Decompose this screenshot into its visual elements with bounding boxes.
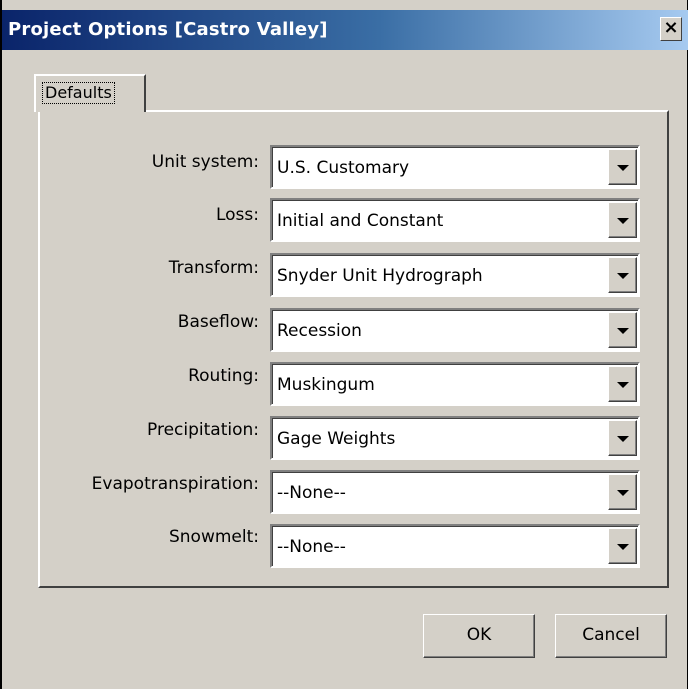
transform-dropdown-button[interactable] <box>608 257 637 293</box>
tab-defaults-label: Defaults <box>42 82 115 104</box>
title-bar[interactable]: Project Options [Castro Valley] × <box>2 10 688 50</box>
baseflow-select[interactable]: Recession <box>270 308 640 352</box>
transform-value: Snyder Unit Hydrograph <box>277 266 483 286</box>
snowmelt-value: --None-- <box>277 537 346 557</box>
unit-system-dropdown-button[interactable] <box>608 149 637 185</box>
snowmelt-dropdown-button[interactable] <box>608 528 637 564</box>
loss-value: Initial and Constant <box>277 211 444 231</box>
chevron-down-icon <box>617 436 629 442</box>
snowmelt-label: Snowmelt: <box>168 527 259 547</box>
precipitation-select[interactable]: Gage Weights <box>270 416 640 460</box>
chevron-down-icon <box>617 382 629 388</box>
evapotranspiration-select[interactable]: --None-- <box>270 470 640 514</box>
precipitation-label: Precipitation: <box>147 420 259 440</box>
transform-label: Transform: <box>168 258 259 278</box>
close-button[interactable]: × <box>660 17 682 41</box>
loss-select[interactable]: Initial and Constant <box>270 198 640 242</box>
chevron-down-icon <box>617 273 629 279</box>
unit-system-select[interactable]: U.S. Customary <box>270 145 640 189</box>
chevron-down-icon <box>617 544 629 550</box>
precipitation-value: Gage Weights <box>277 429 396 449</box>
transform-select[interactable]: Snyder Unit Hydrograph <box>270 253 640 297</box>
chevron-down-icon <box>617 490 629 496</box>
routing-label: Routing: <box>188 366 259 386</box>
dialog-title: Project Options [Castro Valley] <box>8 19 328 40</box>
project-options-dialog: Project Options [Castro Valley] × Defaul… <box>0 0 688 689</box>
baseflow-value: Recession <box>277 321 362 341</box>
evapotranspiration-dropdown-button[interactable] <box>608 474 637 510</box>
snowmelt-select[interactable]: --None-- <box>270 524 640 568</box>
ok-button[interactable]: OK <box>423 614 535 658</box>
loss-dropdown-button[interactable] <box>608 202 637 238</box>
baseflow-dropdown-button[interactable] <box>608 312 637 348</box>
chevron-down-icon <box>617 218 629 224</box>
chevron-down-icon <box>617 165 629 171</box>
unit-system-label: Unit system: <box>151 152 259 172</box>
baseflow-label: Baseflow: <box>177 312 259 332</box>
tab-defaults[interactable]: Defaults <box>34 74 146 112</box>
routing-dropdown-button[interactable] <box>608 366 637 402</box>
cancel-button[interactable]: Cancel <box>555 614 667 658</box>
routing-select[interactable]: Muskingum <box>270 362 640 406</box>
evapotranspiration-value: --None-- <box>277 483 346 503</box>
chevron-down-icon <box>617 328 629 334</box>
precipitation-dropdown-button[interactable] <box>608 420 637 456</box>
unit-system-value: U.S. Customary <box>277 158 410 178</box>
evapotranspiration-label: Evapotranspiration: <box>91 474 259 494</box>
close-icon: × <box>663 17 679 38</box>
loss-label: Loss: <box>215 205 259 225</box>
routing-value: Muskingum <box>277 375 375 395</box>
